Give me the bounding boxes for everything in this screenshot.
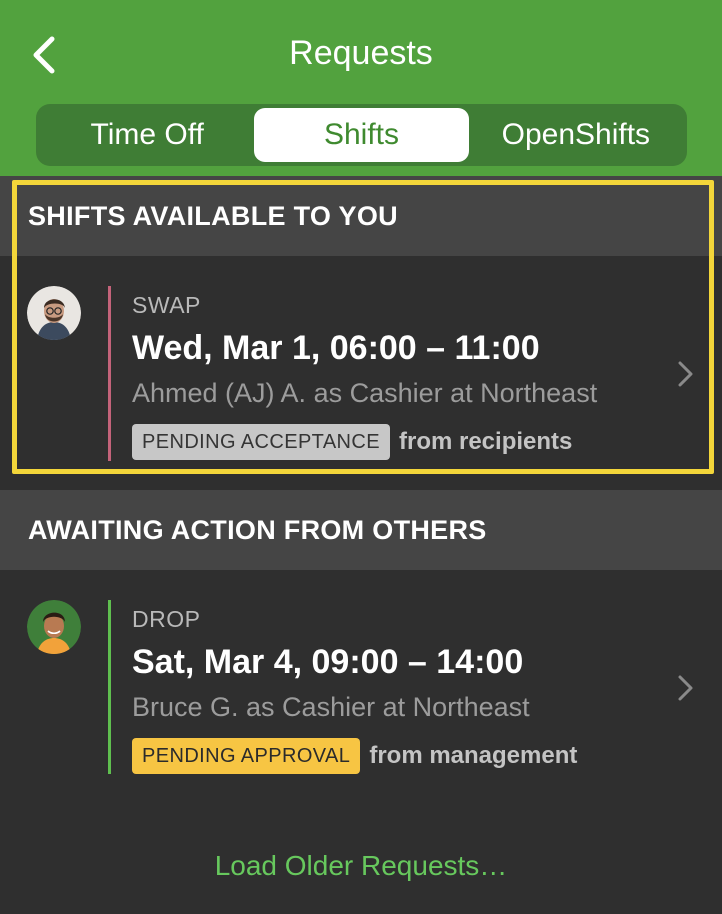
section-header-awaiting: AWAITING ACTION FROM OTHERS [0, 490, 722, 570]
status-badge: PENDING APPROVAL [132, 738, 361, 774]
tab-time-off[interactable]: Time Off [40, 108, 254, 162]
status-suffix: from management [369, 742, 578, 769]
status-suffix: from recipients [398, 428, 573, 455]
request-type: DROP [132, 606, 201, 632]
request-status: PENDING ACCEPTANCE from recipients [132, 424, 572, 460]
tab-shifts[interactable]: Shifts [254, 108, 469, 162]
request-type: SWAP [132, 292, 201, 318]
avatar [27, 600, 81, 654]
request-assignee: Bruce G. as Cashier at Northeast [132, 692, 530, 722]
chevron-right-icon [678, 361, 693, 387]
request-row-drop[interactable]: DROP Sat, Mar 4, 09:00 – 14:00 Bruce G. … [0, 570, 722, 776]
chevron-right-icon [678, 675, 693, 701]
status-accent-bar [108, 600, 111, 774]
request-shift-time: Wed, Mar 1, 06:00 – 11:00 [132, 329, 540, 367]
request-type-tabs: Time Off Shifts OpenShifts [36, 104, 687, 166]
page-title: Requests [289, 34, 433, 72]
load-older-requests-link[interactable]: Load Older Requests… [0, 850, 722, 882]
request-row-swap[interactable]: SWAP Wed, Mar 1, 06:00 – 11:00 Ahmed (AJ… [0, 256, 722, 462]
request-assignee: Ahmed (AJ) A. as Cashier at Northeast [132, 378, 598, 408]
avatar [27, 286, 81, 340]
requests-screen: Requests Time Off Shifts OpenShifts SHIF… [0, 0, 722, 914]
section-header-available: SHIFTS AVAILABLE TO YOU [0, 176, 722, 256]
request-status: PENDING APPROVAL from management [132, 738, 577, 774]
status-badge: PENDING ACCEPTANCE [132, 424, 390, 460]
request-shift-time: Sat, Mar 4, 09:00 – 14:00 [132, 643, 524, 681]
status-accent-bar [108, 286, 111, 461]
tab-openshifts[interactable]: OpenShifts [469, 108, 683, 162]
header-bar: Requests Time Off Shifts OpenShifts [0, 0, 722, 176]
